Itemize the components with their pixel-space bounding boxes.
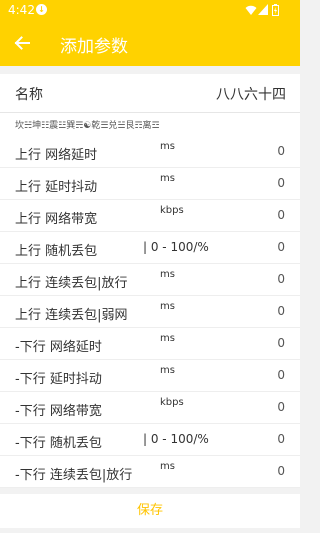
param-value-input[interactable]: 0: [277, 368, 285, 382]
param-unit: kbps: [160, 397, 184, 408]
status-time: 4:42: [8, 3, 35, 17]
param-value-input[interactable]: 0: [277, 304, 285, 318]
param-row-up-burst-loss-weak[interactable]: 上行 连续丢包|弱网 ms 0: [0, 296, 300, 328]
param-row-down-jitter[interactable]: -下行 延时抖动 ms 0: [0, 360, 300, 392]
gua-symbol-row: 坎☵坤☷震☳巽☴☯乾☰兑☱艮☶离☲: [0, 112, 300, 136]
param-row-down-burst-loss-pass[interactable]: -下行 连续丢包|放行 ms 0: [0, 456, 300, 488]
name-label: 名称: [15, 87, 43, 103]
param-label: 上行 连续丢包|放行: [15, 276, 128, 291]
param-value-input[interactable]: 0: [277, 240, 285, 254]
param-label: 上行 网络带宽: [15, 212, 98, 227]
param-row-up-jitter[interactable]: 上行 延时抖动 ms 0: [0, 168, 300, 200]
param-value-input[interactable]: 0: [277, 400, 285, 414]
param-row-down-delay[interactable]: -下行 网络延时 ms 0: [0, 328, 300, 360]
save-button[interactable]: 保存: [0, 494, 300, 528]
param-unit: ms: [160, 141, 175, 152]
param-list: 上行 网络延时 ms 0 上行 延时抖动 ms 0 上行 网络带宽 kbps 0…: [0, 136, 300, 488]
arrow-left-icon[interactable]: [12, 33, 32, 53]
download-icon: ↓: [36, 4, 47, 15]
param-value-input[interactable]: 0: [277, 272, 285, 286]
param-label: 上行 连续丢包|弱网: [15, 308, 128, 323]
gua-symbol-text: 坎☵坤☷震☳巽☴☯乾☰兑☱艮☶离☲: [15, 121, 160, 131]
param-unit: ms: [160, 269, 175, 280]
param-value-input[interactable]: 0: [277, 208, 285, 222]
param-row-down-bandwidth[interactable]: -下行 网络带宽 kbps 0: [0, 392, 300, 424]
name-input[interactable]: 八八六十四: [216, 84, 286, 104]
param-value-input[interactable]: 0: [277, 464, 285, 478]
param-unit: | 0 - 100/%: [143, 240, 209, 254]
param-unit: ms: [160, 173, 175, 184]
battery-icon: [272, 4, 279, 16]
app-bar: 添加参数: [0, 20, 300, 66]
param-unit: ms: [160, 301, 175, 312]
param-row-up-bandwidth[interactable]: 上行 网络带宽 kbps 0: [0, 200, 300, 232]
page-title: 添加参数: [60, 37, 128, 57]
param-label: -下行 网络延时: [15, 340, 102, 355]
param-label: 上行 网络延时: [15, 148, 98, 163]
param-unit: kbps: [160, 205, 184, 216]
param-row-down-random-loss[interactable]: -下行 随机丢包 | 0 - 100/% 0: [0, 424, 300, 456]
param-unit: ms: [160, 333, 175, 344]
param-unit: ms: [160, 365, 175, 376]
param-row-up-random-loss[interactable]: 上行 随机丢包 | 0 - 100/% 0: [0, 232, 300, 264]
param-value-input[interactable]: 0: [277, 336, 285, 350]
param-value-input[interactable]: 0: [277, 432, 285, 446]
param-label: 上行 随机丢包: [15, 244, 98, 259]
param-row-up-burst-loss-pass[interactable]: 上行 连续丢包|放行 ms 0: [0, 264, 300, 296]
param-value-input[interactable]: 0: [277, 144, 285, 158]
save-area: 保存: [0, 494, 300, 528]
param-row-up-delay[interactable]: 上行 网络延时 ms 0: [0, 136, 300, 168]
wifi-icon: [245, 5, 257, 15]
signal-icon: [258, 4, 268, 15]
param-unit: | 0 - 100/%: [143, 432, 209, 446]
param-value-input[interactable]: 0: [277, 176, 285, 190]
param-label: -下行 网络带宽: [15, 404, 102, 419]
param-label: -下行 延时抖动: [15, 372, 102, 387]
param-label: 上行 延时抖动: [15, 180, 98, 195]
param-label: -下行 随机丢包: [15, 436, 102, 451]
name-field-row[interactable]: 名称 八八六十四: [0, 74, 300, 112]
status-bar: 4:42 ↓: [0, 0, 300, 20]
param-label: -下行 连续丢包|放行: [15, 468, 133, 483]
param-unit: ms: [160, 461, 175, 472]
